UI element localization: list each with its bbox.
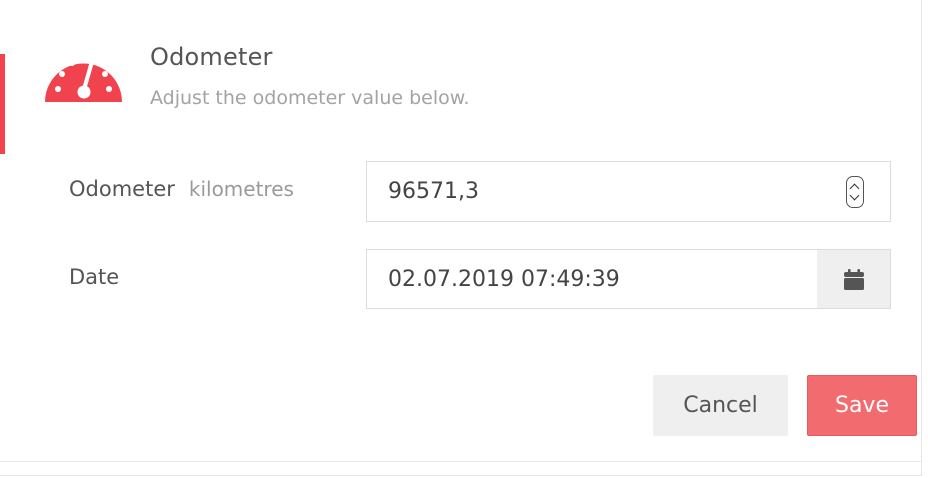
dialog-title: Odometer [150, 43, 273, 71]
odometer-gauge-icon [45, 54, 122, 102]
odometer-label: Odometer kilometres [69, 177, 294, 201]
divider [0, 461, 922, 462]
date-label: Date [69, 265, 120, 289]
calendar-button[interactable] [817, 249, 891, 309]
accent-bar [0, 54, 5, 154]
odometer-label-text: Odometer [69, 177, 175, 201]
odometer-value: 96571,3 [388, 179, 479, 204]
number-stepper[interactable] [846, 176, 864, 208]
save-button[interactable]: Save [807, 375, 917, 436]
odometer-dialog: Odometer Adjust the odometer value below… [0, 0, 922, 476]
odometer-input[interactable]: 96571,3 [366, 161, 891, 222]
date-value: 02.07.2019 07:49:39 [388, 266, 620, 292]
date-input[interactable]: 02.07.2019 07:49:39 [366, 249, 818, 309]
cancel-button[interactable]: Cancel [653, 375, 788, 436]
calendar-icon [843, 268, 864, 290]
odometer-unit: kilometres [188, 177, 294, 201]
dialog-subtitle: Adjust the odometer value below. [150, 87, 470, 109]
stepper-down-icon[interactable] [849, 190, 860, 201]
